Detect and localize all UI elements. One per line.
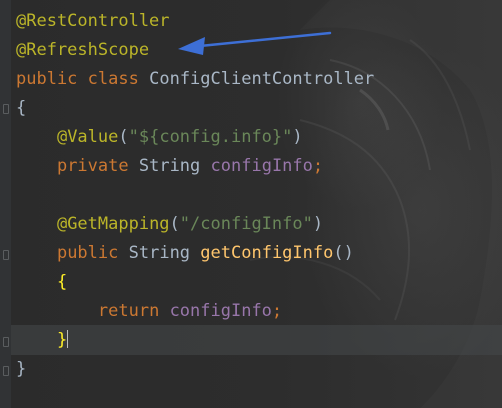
current-line-highlight: [11, 325, 502, 355]
string-token: "/configInfo": [179, 214, 313, 234]
string-token: "${config.info}": [128, 127, 293, 147]
code-line-8[interactable]: @GetMapping("/configInfo"): [16, 210, 323, 239]
code-line-5[interactable]: @Value("${config.info}"): [16, 123, 303, 152]
keyword-token: public: [56, 243, 119, 263]
paren-token: (: [118, 127, 129, 147]
keyword-token: return: [97, 301, 160, 321]
code-line-13[interactable]: }: [16, 355, 26, 384]
code-line-11[interactable]: return configInfo;: [16, 297, 282, 326]
method-name-token: getConfigInfo: [200, 243, 334, 263]
code-line-10[interactable]: {: [16, 268, 67, 297]
code-line-2[interactable]: @RefreshScope: [16, 36, 149, 65]
type-token: String: [128, 243, 191, 263]
paren-token: (): [333, 243, 354, 263]
code-line-12[interactable]: }: [16, 326, 69, 355]
code-line-4[interactable]: {: [16, 94, 26, 123]
fold-marker[interactable]: [3, 250, 9, 260]
brace-token: {: [16, 98, 27, 118]
paren-token: ): [292, 127, 303, 147]
text-cursor: [67, 330, 69, 348]
field-token: configInfo: [169, 301, 272, 321]
code-editor[interactable]: @RestController @RefreshScope public cla…: [0, 0, 502, 408]
class-name-token: ConfigClientController: [149, 69, 375, 89]
annotation-token: @RestController: [16, 11, 170, 31]
type-token: String: [138, 156, 201, 176]
code-line-3[interactable]: public class ConfigClientController: [16, 65, 374, 94]
code-line-6[interactable]: private String configInfo;: [16, 152, 323, 181]
fold-marker[interactable]: [3, 366, 9, 376]
editor-gutter[interactable]: [0, 0, 11, 408]
annotation-token: @GetMapping: [56, 214, 170, 234]
code-line-1[interactable]: @RestController: [16, 7, 170, 36]
keyword-token: class: [87, 69, 139, 89]
keyword-token: public: [16, 69, 78, 89]
fold-marker[interactable]: [3, 337, 9, 347]
matched-brace-token: {: [56, 272, 68, 292]
annotation-token: @RefreshScope: [16, 40, 150, 60]
paren-token: (: [169, 214, 180, 234]
semicolon-token: ;: [312, 156, 324, 176]
fold-marker[interactable]: [3, 104, 9, 114]
matched-brace-token: }: [56, 330, 68, 350]
brace-token: }: [16, 359, 27, 379]
keyword-token: private: [56, 156, 129, 176]
code-line-9[interactable]: public String getConfigInfo(): [16, 239, 354, 268]
field-token: configInfo: [210, 156, 313, 176]
paren-token: ): [312, 214, 324, 234]
annotation-token: @Value: [56, 127, 119, 147]
semicolon-token: ;: [271, 301, 283, 321]
